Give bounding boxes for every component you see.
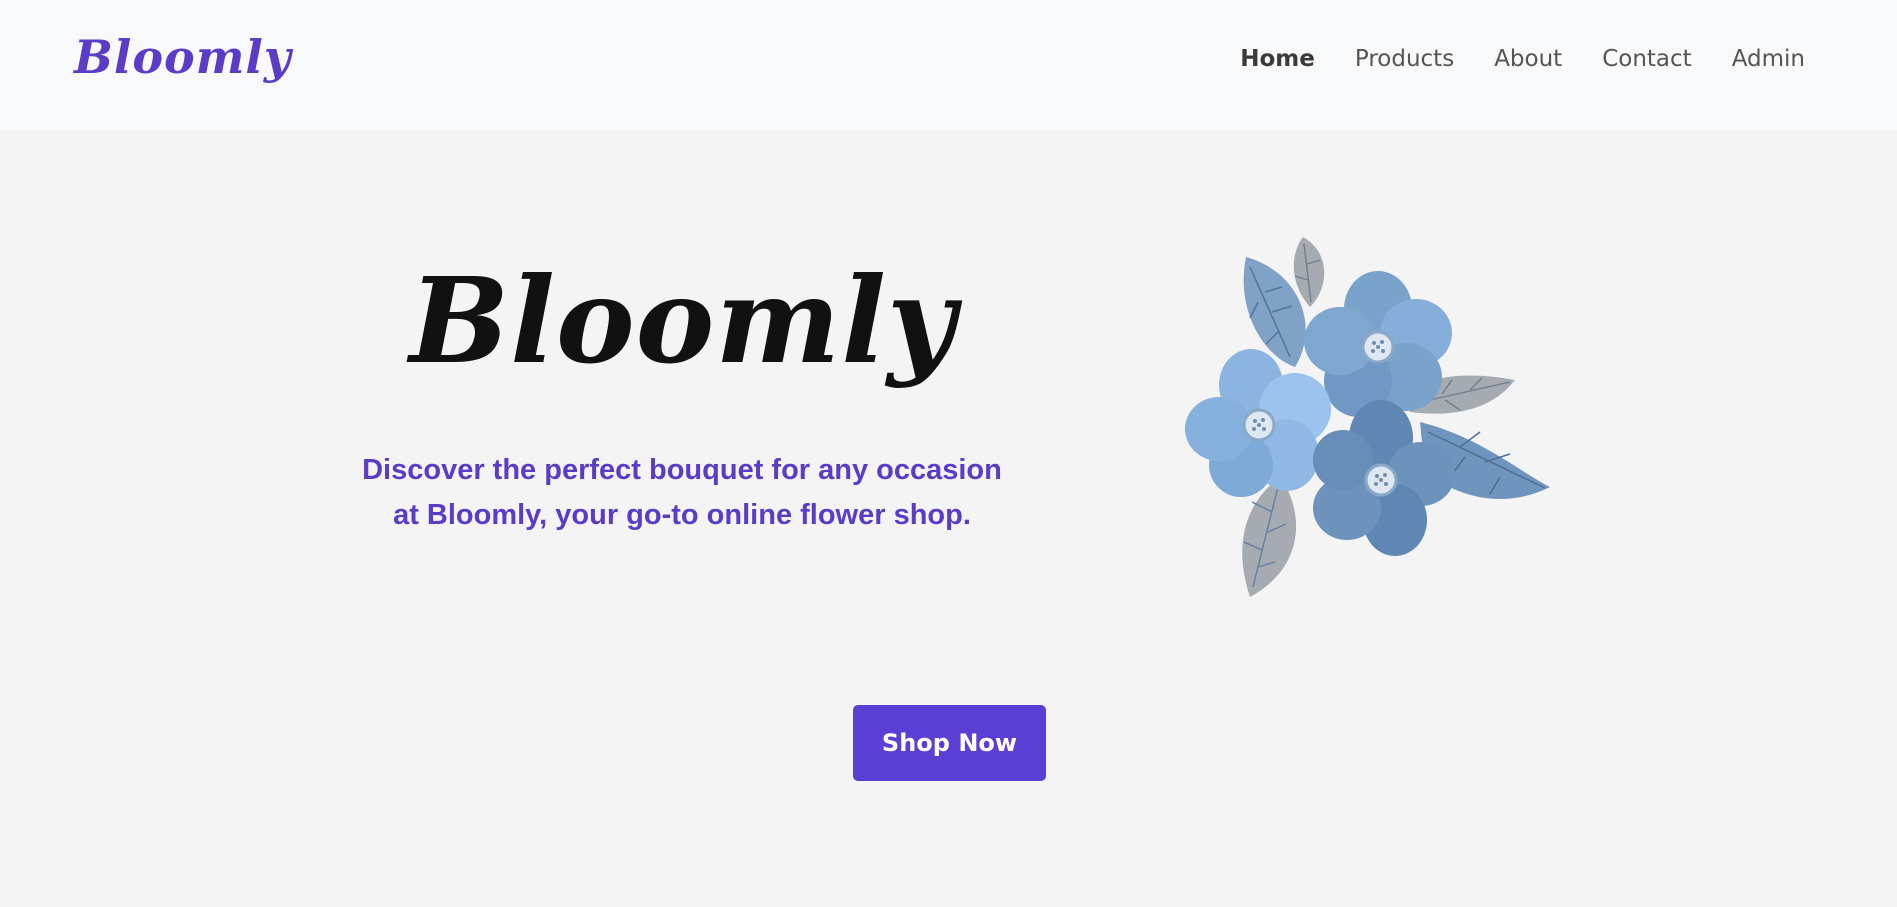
brand-logo[interactable]: Bloomly [74, 30, 292, 84]
hero-title: Bloomly [409, 251, 957, 390]
hero-subtitle-line-1: Discover the perfect bouquet for any occ… [362, 454, 1002, 486]
hero-subtitle-line-2: at Bloomly, your go-to online flower sho… [393, 499, 971, 531]
navbar: Bloomly Home Products About Contact Admi… [0, 0, 1897, 130]
nav-home-link[interactable]: Home [1240, 46, 1315, 72]
nav-admin-link[interactable]: Admin [1732, 46, 1805, 72]
main-nav: Home Products About Contact Admin [1240, 46, 1805, 72]
nav-contact-link[interactable]: Contact [1602, 46, 1691, 72]
hero-subtitle: Discover the perfect bouquet for any occ… [312, 448, 1052, 538]
nav-products-link[interactable]: Products [1355, 46, 1454, 72]
flower-bouquet-icon [1185, 237, 1550, 597]
shop-now-button[interactable]: Shop Now [853, 705, 1046, 781]
nav-about-link[interactable]: About [1494, 46, 1562, 72]
